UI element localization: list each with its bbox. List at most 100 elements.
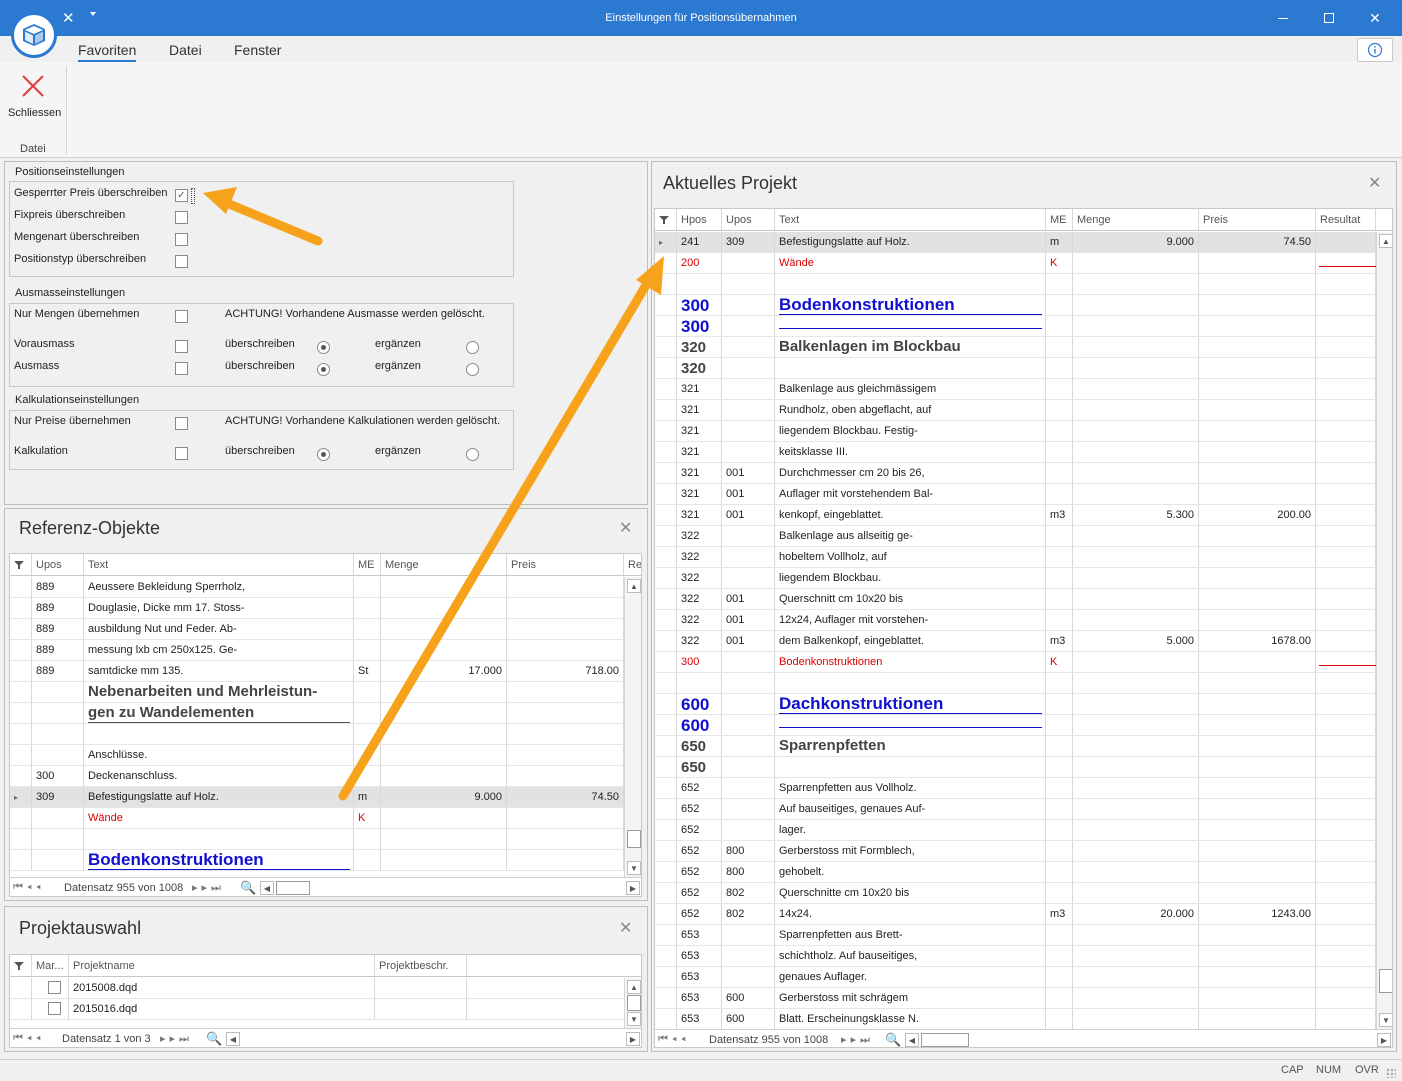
table-row[interactable]: ▸ 241 309 Befestigungslatte auf Holz. m 9.000…: [655, 232, 1376, 253]
cell-menge[interactable]: [1073, 799, 1199, 819]
radio-vorausmass-ueberschreiben[interactable]: [317, 341, 330, 354]
cell-upos[interactable]: [32, 682, 84, 702]
row-indicator[interactable]: [655, 463, 677, 483]
cell-hpos[interactable]: 300: [677, 652, 722, 672]
menu-datei[interactable]: Datei: [169, 42, 202, 58]
scroll-thumb[interactable]: [627, 995, 641, 1011]
cell-upos[interactable]: 800: [722, 862, 775, 882]
table-row[interactable]: 889 messung lxb cm 250x125. Ge-: [10, 640, 624, 661]
row-indicator[interactable]: [655, 274, 677, 294]
cell-me[interactable]: [1046, 883, 1073, 903]
cell-menge[interactable]: [381, 766, 507, 786]
row-indicator[interactable]: [655, 967, 677, 987]
table-row[interactable]: 652 Sparrenpfetten aus Vollholz.: [655, 778, 1376, 799]
cell-text[interactable]: Querschnitt cm 10x20 bis: [775, 589, 1046, 609]
cell-menge[interactable]: [1073, 820, 1199, 840]
cell-res[interactable]: [1316, 253, 1376, 273]
cell-res[interactable]: [1316, 421, 1376, 441]
cell-hpos[interactable]: 322: [677, 568, 722, 588]
row-indicator[interactable]: [10, 703, 32, 723]
cell-res[interactable]: [1316, 631, 1376, 651]
cell-hpos[interactable]: 321: [677, 379, 722, 399]
cell-upos[interactable]: [32, 745, 84, 765]
cell-text[interactable]: dem Balkenkopf, eingeblattet.: [775, 631, 1046, 651]
cell-res[interactable]: [1316, 337, 1376, 357]
cell-preis[interactable]: [1199, 673, 1316, 693]
cell-hpos[interactable]: 321: [677, 442, 722, 462]
cell-menge[interactable]: [1073, 295, 1199, 315]
row-indicator[interactable]: [655, 715, 677, 735]
cell-preis[interactable]: [1199, 883, 1316, 903]
cell-upos[interactable]: [722, 967, 775, 987]
cell-upos[interactable]: 889: [32, 640, 84, 660]
row-indicator[interactable]: [655, 820, 677, 840]
cell-menge[interactable]: [1073, 736, 1199, 756]
scroll-up-icon[interactable]: ▲: [627, 980, 641, 994]
cell-menge[interactable]: [381, 682, 507, 702]
checkbox-gesperrter-preis[interactable]: ✓: [175, 189, 188, 202]
cell-preis[interactable]: [1199, 274, 1316, 294]
cell-menge[interactable]: [1073, 400, 1199, 420]
close-ribbon-button[interactable]: Schliessen: [0, 66, 66, 126]
row-indicator[interactable]: [655, 694, 677, 714]
cell-upos[interactable]: 802: [722, 904, 775, 924]
cell-res[interactable]: [1316, 883, 1376, 903]
cell-menge[interactable]: 5.000: [1073, 631, 1199, 651]
col-text[interactable]: Text: [84, 554, 354, 575]
cell-preis[interactable]: [1199, 736, 1316, 756]
cell-me[interactable]: [354, 619, 381, 639]
checkbox-nur-mengen[interactable]: [175, 310, 188, 323]
cell-me[interactable]: [1046, 757, 1073, 777]
cell-projektbeschr[interactable]: [375, 999, 467, 1019]
table-row[interactable]: 652 802 Querschnitte cm 10x20 bis: [655, 883, 1376, 904]
cell-upos[interactable]: 001: [722, 505, 775, 525]
radio-vorausmass-ergaenzen[interactable]: [466, 341, 479, 354]
info-button[interactable]: [1357, 38, 1393, 62]
nav-first-prev-icons[interactable]: ⏮◂◂: [658, 1033, 690, 1046]
radio-kalk-ergaenzen[interactable]: [466, 448, 479, 461]
cell-me[interactable]: m3: [1046, 505, 1073, 525]
cell-text[interactable]: [84, 724, 354, 744]
cell-menge[interactable]: [381, 703, 507, 723]
hscroll-thumb[interactable]: [276, 881, 310, 895]
table-row[interactable]: 322 001 dem Balkenkopf, eingeblattet. m3 5.0…: [655, 631, 1376, 652]
scroll-down-icon[interactable]: ▼: [627, 1012, 641, 1026]
cell-text[interactable]: hobeltem Vollholz, auf: [775, 547, 1046, 567]
cell-res[interactable]: [1316, 568, 1376, 588]
cell-me[interactable]: [1046, 316, 1073, 336]
cell-text[interactable]: keitsklasse III.: [775, 442, 1046, 462]
cell-upos[interactable]: [722, 652, 775, 672]
cell-menge[interactable]: [381, 598, 507, 618]
cell-markiert[interactable]: [32, 999, 69, 1019]
cell-preis[interactable]: [1199, 589, 1316, 609]
cell-upos[interactable]: [722, 358, 775, 378]
cell-upos[interactable]: [722, 694, 775, 714]
row-indicator[interactable]: [10, 724, 32, 744]
row-indicator[interactable]: [655, 253, 677, 273]
cell-preis[interactable]: [1199, 337, 1316, 357]
cell-text[interactable]: Bodenkonstruktionen: [775, 652, 1046, 672]
cell-res[interactable]: [1316, 589, 1376, 609]
row-indicator[interactable]: [10, 682, 32, 702]
cell-me[interactable]: [1046, 379, 1073, 399]
cell-me[interactable]: [1046, 799, 1073, 819]
cell-upos[interactable]: 800: [722, 841, 775, 861]
cell-me[interactable]: [1046, 610, 1073, 630]
quick-access-close-icon[interactable]: ✕: [62, 9, 75, 27]
cell-projektbeschr[interactable]: [375, 978, 467, 998]
cell-me[interactable]: [1046, 778, 1073, 798]
cell-hpos[interactable]: 322: [677, 589, 722, 609]
cell-preis[interactable]: [507, 766, 624, 786]
hscroll-left-icon[interactable]: ◀: [260, 881, 274, 895]
cell-hpos[interactable]: 200: [677, 253, 722, 273]
cell-text[interactable]: gen zu Wandelementen: [84, 703, 354, 723]
row-indicator[interactable]: [10, 766, 32, 786]
col-resultat[interactable]: Resultat: [1316, 209, 1376, 230]
cell-me[interactable]: [1046, 673, 1073, 693]
table-row[interactable]: Wände K: [10, 808, 624, 829]
cell-upos[interactable]: [32, 808, 84, 828]
checkbox-ausmass[interactable]: [175, 362, 188, 375]
cell-menge[interactable]: [1073, 589, 1199, 609]
row-indicator[interactable]: [655, 988, 677, 1008]
cell-upos[interactable]: 001: [722, 484, 775, 504]
